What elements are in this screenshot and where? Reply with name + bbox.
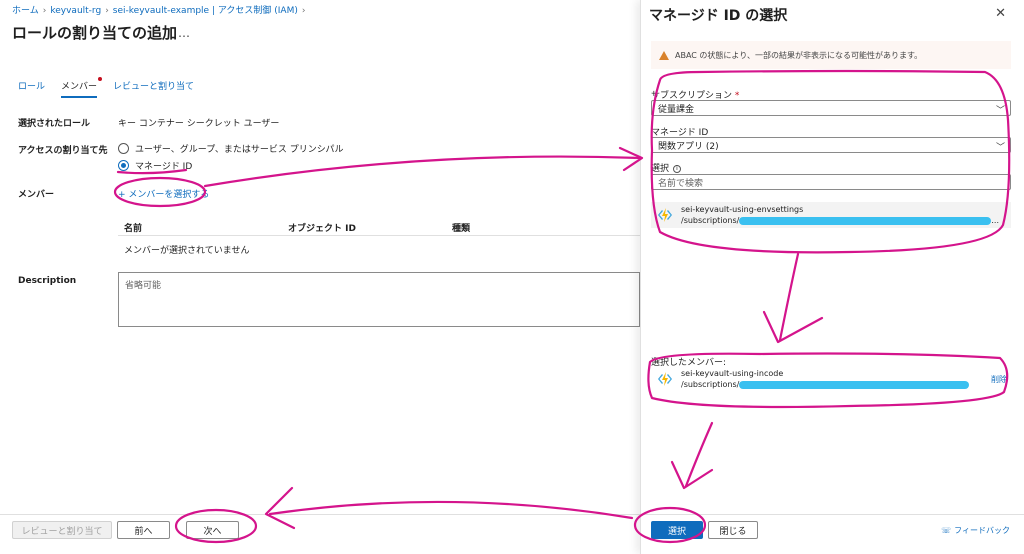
select-label-text: 選択 bbox=[651, 164, 670, 174]
result-ellipsis: ... bbox=[991, 216, 999, 225]
column-name: 名前 bbox=[124, 224, 143, 234]
selected-member-item: sei-keyvault-using-incode /subscriptions… bbox=[651, 366, 1011, 392]
panel-title: マネージド ID の選択 bbox=[649, 8, 788, 24]
table-row: メンバーが選択されていません bbox=[118, 235, 640, 256]
next-button[interactable]: 次へ bbox=[186, 521, 239, 539]
tab-role[interactable]: ロール bbox=[18, 79, 45, 98]
tab-review-assign[interactable]: レビューと割り当て bbox=[113, 79, 194, 98]
previous-button[interactable]: 前へ bbox=[117, 521, 170, 539]
radio-unchecked-icon bbox=[118, 143, 129, 154]
chevron-down-icon: ﹀ bbox=[995, 106, 1005, 116]
breadcrumb: ホーム › keyvault-rg › sei-keyvault-example | ア… bbox=[12, 3, 309, 16]
members-table-header: 名前 オブジェクト ID 種類 bbox=[118, 221, 640, 235]
breadcrumb-separator-icon: › bbox=[105, 6, 109, 16]
subscription-dropdown[interactable]: 従量課金 ﹀ bbox=[651, 100, 1011, 116]
warning-icon bbox=[659, 50, 669, 60]
breadcrumb-resource-group[interactable]: keyvault-rg bbox=[50, 6, 101, 16]
tab-members[interactable]: メンバー bbox=[61, 77, 103, 98]
review-assign-button[interactable]: レビューと割り当て bbox=[12, 521, 112, 539]
chevron-down-icon: ﹀ bbox=[995, 143, 1005, 153]
empty-members-text: メンバーが選択されていません bbox=[124, 246, 250, 256]
description-input[interactable]: 省略可能 bbox=[118, 272, 640, 327]
radio-managed-identity[interactable]: マネージド ID bbox=[118, 159, 192, 172]
managed-identity-panel: マネージド ID の選択 ✕ ABAC の状態により、一部の結果が非表示になる可… bbox=[640, 0, 1024, 554]
required-dot-icon bbox=[98, 77, 103, 81]
radio-user-label: ユーザー、グループ、またはサービス プリンシパル bbox=[135, 145, 344, 155]
selected-role-value: キー コンテナー シークレット ユーザー bbox=[118, 119, 280, 129]
info-icon[interactable]: i bbox=[673, 164, 682, 173]
select-members-link[interactable]: + メンバーを選択する bbox=[118, 187, 209, 200]
column-object-id: オブジェクト ID bbox=[288, 224, 356, 234]
radio-managed-label: マネージド ID bbox=[135, 162, 193, 172]
redaction-mark bbox=[739, 380, 970, 389]
result-name: sei-keyvault-using-envsettings bbox=[681, 205, 804, 214]
tab-members-label: メンバー bbox=[61, 82, 98, 92]
tab-bar: ロール メンバー レビューと割り当て bbox=[18, 77, 194, 98]
panel-footer-divider bbox=[641, 514, 1024, 515]
selected-role-label: 選択されたロール bbox=[18, 119, 91, 129]
search-result-item[interactable]: sei-keyvault-using-envsettings /subscrip… bbox=[651, 202, 1011, 228]
function-app-icon bbox=[658, 208, 672, 222]
redaction-mark bbox=[739, 216, 992, 225]
breadcrumb-separator-icon: › bbox=[301, 6, 306, 16]
selected-path: /subscriptions/ bbox=[681, 380, 740, 389]
result-path: /subscriptions/ bbox=[681, 216, 740, 225]
select-button[interactable]: 選択 bbox=[651, 521, 703, 539]
assign-access-label: アクセスの割り当て先 bbox=[18, 146, 108, 156]
subscription-value: 従量課金 bbox=[658, 104, 695, 115]
remove-link[interactable]: 削除 bbox=[991, 374, 1007, 385]
feedback-icon: ☏ bbox=[941, 526, 952, 535]
members-label: メンバー bbox=[18, 190, 55, 200]
feedback-link[interactable]: ☏ フィードバック bbox=[941, 525, 1010, 536]
radio-checked-icon bbox=[118, 160, 129, 171]
more-options-icon[interactable]: … bbox=[178, 26, 190, 40]
close-button[interactable]: 閉じる bbox=[708, 521, 758, 539]
search-input[interactable]: 名前で検索 bbox=[651, 174, 1011, 190]
abac-warning-banner: ABAC の状態により、一部の結果が非表示になる可能性があります。 bbox=[651, 41, 1011, 69]
breadcrumb-separator-icon: › bbox=[42, 6, 47, 16]
main-blade: ホーム › keyvault-rg › sei-keyvault-example | ア… bbox=[0, 0, 640, 554]
warning-text: ABAC の状態により、一部の結果が非表示になる可能性があります。 bbox=[675, 50, 923, 60]
column-type: 種類 bbox=[452, 224, 471, 234]
radio-user-group-sp[interactable]: ユーザー、グループ、またはサービス プリンシパル bbox=[118, 142, 344, 155]
page-title: ロールの割り当ての追加 bbox=[12, 24, 178, 42]
feedback-text: フィードバック bbox=[954, 526, 1010, 535]
managed-id-dropdown[interactable]: 関数アプリ (2) ﹀ bbox=[651, 137, 1011, 153]
breadcrumb-home[interactable]: ホーム bbox=[12, 6, 39, 16]
breadcrumb-iam[interactable]: sei-keyvault-example | アクセス制御 (IAM) bbox=[113, 6, 298, 16]
selected-name: sei-keyvault-using-incode bbox=[681, 369, 784, 378]
footer-divider bbox=[0, 514, 640, 515]
description-label: Description bbox=[18, 276, 77, 286]
select-label: 選択 i bbox=[651, 161, 682, 174]
function-app-icon bbox=[658, 372, 672, 386]
managed-id-value: 関数アプリ (2) bbox=[658, 141, 719, 152]
close-icon[interactable]: ✕ bbox=[995, 6, 1006, 21]
